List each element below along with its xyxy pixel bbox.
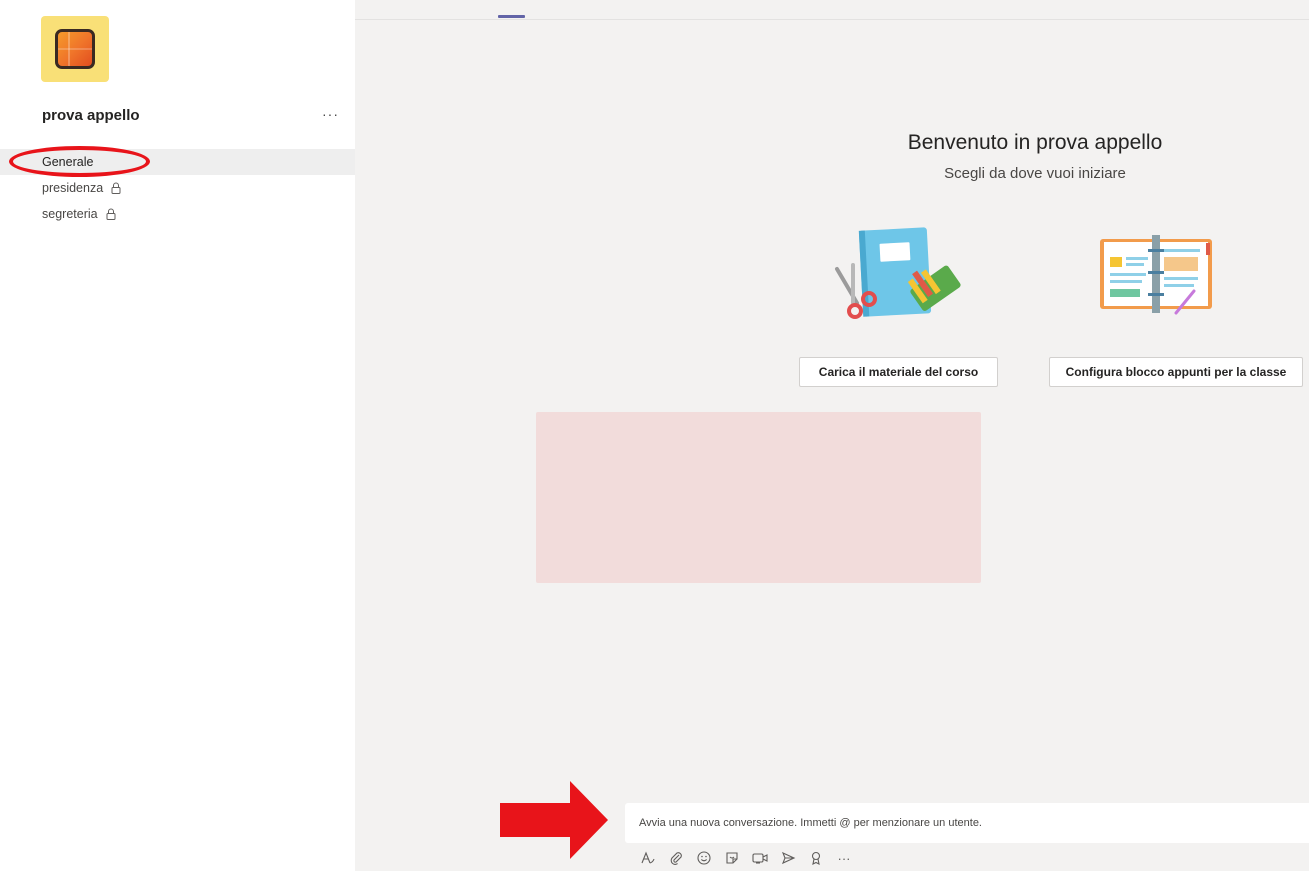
compose-toolbar: ··· <box>638 848 862 868</box>
channel-item-presidenza[interactable]: presidenza <box>0 175 355 201</box>
new-conversation-input[interactable] <box>639 817 1309 829</box>
compose-box[interactable] <box>625 803 1309 843</box>
upload-course-materials-button[interactable]: Carica il materiale del corso <box>799 357 998 387</box>
welcome-title: Benvenuto in prova appello <box>907 131 1163 154</box>
praise-icon[interactable] <box>806 848 826 868</box>
channel-label: presidenza <box>42 181 104 195</box>
team-more-options-icon[interactable]: ··· <box>322 106 339 122</box>
channel-label: Generale <box>42 155 94 169</box>
channel-item-segreteria[interactable]: segreteria <box>0 201 355 227</box>
team-logo-icon <box>55 29 95 69</box>
sticker-icon[interactable] <box>722 848 742 868</box>
course-materials-illustration <box>833 225 963 325</box>
emoji-icon[interactable] <box>694 848 714 868</box>
more-options-icon[interactable]: ··· <box>834 848 854 868</box>
highlighted-content-area <box>536 412 981 583</box>
setup-class-notebook-button[interactable]: Configura blocco appunti per la classe <box>1049 357 1303 387</box>
team-sidebar: prova appello ··· Generale presidenza se… <box>0 0 355 871</box>
send-icon[interactable] <box>778 848 798 868</box>
lock-icon <box>106 208 116 220</box>
format-icon[interactable] <box>638 848 658 868</box>
attach-icon[interactable] <box>666 848 686 868</box>
active-tab-indicator <box>498 15 525 18</box>
channel-list: Generale presidenza segreteria <box>0 149 355 227</box>
team-avatar[interactable] <box>41 16 109 82</box>
channel-item-generale[interactable]: Generale <box>0 149 355 175</box>
channel-main-area: Benvenuto in prova appello Scegli da dov… <box>355 0 1309 871</box>
welcome-subtitle: Scegli da dove vuoi iniziare <box>944 165 1126 182</box>
team-name: prova appello <box>42 107 140 124</box>
channel-label: segreteria <box>42 207 98 221</box>
class-notebook-illustration <box>1096 233 1216 323</box>
meet-now-icon[interactable] <box>750 848 770 868</box>
lock-icon <box>111 182 121 194</box>
tab-bar-divider <box>355 19 1309 20</box>
